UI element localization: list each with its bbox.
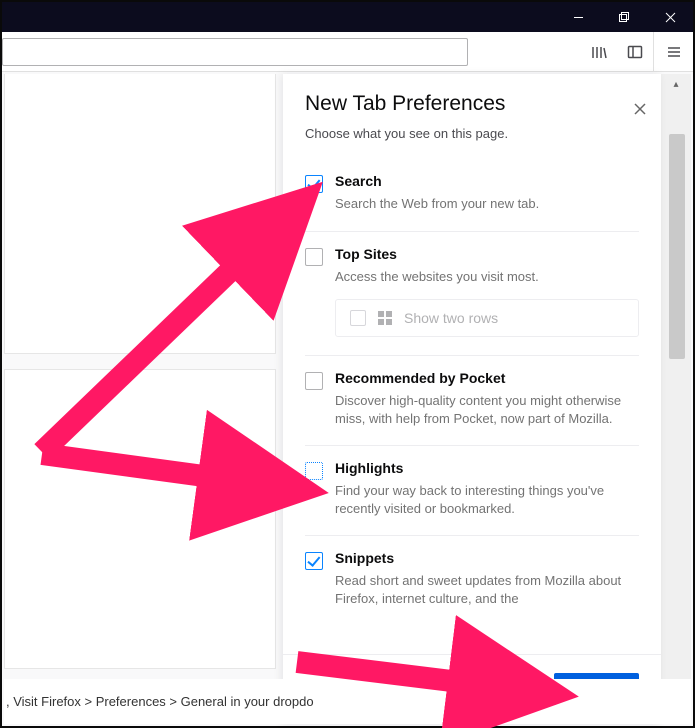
section-label: Snippets <box>335 550 639 566</box>
checkbox-show-two-rows[interactable] <box>350 310 366 326</box>
section-label: Top Sites <box>335 246 639 262</box>
background-card <box>4 74 276 354</box>
preferences-body: New Tab Preferences Choose what you see … <box>283 74 661 654</box>
restore-button[interactable] <box>601 2 647 32</box>
sidebar-icon[interactable] <box>619 36 651 68</box>
close-window-button[interactable] <box>647 2 693 32</box>
scroll-up-arrow[interactable]: ▴ <box>661 74 691 94</box>
background-card <box>4 369 276 669</box>
section-label: Search <box>335 173 639 189</box>
close-icon[interactable] <box>633 102 647 116</box>
section-desc: Read short and sweet updates from Mozill… <box>335 572 639 607</box>
footer-text: , Visit Firefox > Preferences > General … <box>6 694 314 709</box>
library-icon[interactable] <box>583 36 615 68</box>
vertical-scrollbar[interactable]: ▴ <box>661 74 691 724</box>
section-desc: Search the Web from your new tab. <box>335 195 639 213</box>
checkbox-top-sites[interactable] <box>305 248 323 266</box>
scroll-thumb[interactable] <box>669 134 685 359</box>
section-snippets: Snippets Read short and sweet updates fr… <box>305 536 639 625</box>
section-top-sites: Top Sites Access the websites you visit … <box>305 232 639 357</box>
minimize-button[interactable] <box>555 2 601 32</box>
browser-window: ▴ New Tab Preferences Choose what you se… <box>0 0 695 728</box>
section-desc: Discover high-quality content you might … <box>335 392 639 427</box>
subopt-show-two-rows: Show two rows <box>335 299 639 337</box>
url-bar[interactable] <box>2 38 468 66</box>
checkbox-search[interactable] <box>305 175 323 193</box>
grid-icon <box>378 311 392 325</box>
new-tab-preferences-panel: New Tab Preferences Choose what you see … <box>283 74 661 724</box>
section-label: Recommended by Pocket <box>335 370 639 386</box>
content-area: ▴ New Tab Preferences Choose what you se… <box>4 74 691 724</box>
section-pocket: Recommended by Pocket Discover high-qual… <box>305 356 639 446</box>
panel-title: New Tab Preferences <box>305 92 639 116</box>
footer-text-strip: , Visit Firefox > Preferences > General … <box>4 679 691 724</box>
section-label: Highlights <box>335 460 639 476</box>
section-desc: Find your way back to interesting things… <box>335 482 639 517</box>
menu-button[interactable] <box>653 32 693 72</box>
section-desc: Access the websites you visit most. <box>335 268 639 286</box>
window-titlebar <box>2 2 693 32</box>
panel-subtitle: Choose what you see on this page. <box>305 126 639 141</box>
subopt-label: Show two rows <box>404 310 498 326</box>
checkbox-snippets[interactable] <box>305 552 323 570</box>
section-highlights: Highlights Find your way back to interes… <box>305 446 639 536</box>
section-search: Search Search the Web from your new tab. <box>305 159 639 232</box>
checkbox-pocket[interactable] <box>305 372 323 390</box>
browser-toolbar <box>2 32 693 72</box>
checkbox-highlights[interactable] <box>305 462 323 480</box>
